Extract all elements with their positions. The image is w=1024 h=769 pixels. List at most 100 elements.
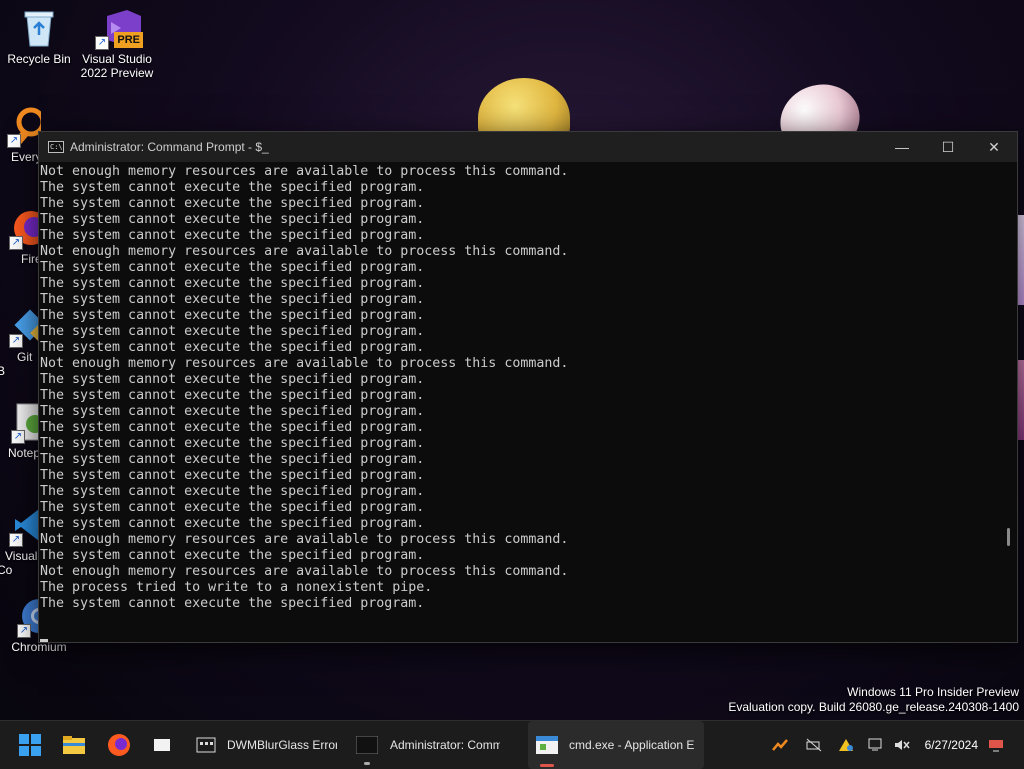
console-line: The system cannot execute the specified … <box>40 420 425 435</box>
taskbar-app-label: DWMBlurGlass Error <box>227 738 337 752</box>
command-prompt-window[interactable]: C:\ Administrator: Command Prompt - $_ —… <box>38 131 1018 643</box>
tray-notification-icon[interactable] <box>988 721 1004 769</box>
maximize-button[interactable]: ☐ <box>925 132 971 162</box>
console-line: The system cannot execute the specified … <box>40 516 425 531</box>
firefox-icon <box>108 734 130 756</box>
recycle-bin-icon <box>19 8 59 48</box>
tray-warning-icon[interactable] <box>838 721 854 769</box>
desktop-icon-everything[interactable]: ↗ Every <box>0 106 41 164</box>
console-line: The system cannot execute the specified … <box>40 452 425 467</box>
shortcut-arrow-icon: ↗ <box>95 36 109 50</box>
minimize-button[interactable]: — <box>879 132 925 162</box>
console-line: The system cannot execute the specified … <box>40 212 425 227</box>
notepad-icon <box>154 739 170 751</box>
console-line: The system cannot execute the specified … <box>40 292 425 307</box>
tray-network-icon[interactable] <box>806 721 822 769</box>
desktop-icon-label: Git B <box>0 350 33 378</box>
console-line: Not enough memory resources are availabl… <box>40 532 569 547</box>
visual-studio-icon: PRE ↗ <box>95 8 143 50</box>
desktop-icon-label: Recycle Bin <box>7 52 71 66</box>
console-line: The system cannot execute the specified … <box>40 324 425 339</box>
console-line: Not enough memory resources are availabl… <box>40 244 569 259</box>
console-line: The system cannot execute the specified … <box>40 404 425 419</box>
cmd-app-icon: C:\ <box>48 141 64 153</box>
desktop-icon-notepad-plus-plus[interactable]: ↗ Notep <box>0 402 41 460</box>
console-line: The system cannot execute the specified … <box>40 276 425 291</box>
cmd-icon <box>356 736 378 754</box>
console-line: The system cannot execute the specified … <box>40 436 425 451</box>
attention-indicator <box>540 764 554 767</box>
tray-app-icon[interactable] <box>772 721 788 769</box>
desktop-icon-firefox[interactable]: ↗ Fire <box>0 208 41 266</box>
taskbar: DWMBlurGlass Error Administrator: Comman… <box>0 720 1024 769</box>
desktop-icon-label: Every <box>11 150 41 164</box>
console-line: The system cannot execute the specified … <box>40 596 425 611</box>
taskbar-app-command-prompt[interactable]: Administrator: Comman <box>356 721 500 769</box>
shortcut-arrow-icon: ↗ <box>7 134 21 148</box>
console-line: The system cannot execute the specified … <box>40 372 425 387</box>
console-line: The system cannot execute the specified … <box>40 308 425 323</box>
console-line: The system cannot execute the specified … <box>40 340 425 355</box>
watermark-build: Evaluation copy. Build 26080.ge_release.… <box>728 700 1019 714</box>
network-icon <box>806 738 822 752</box>
console-output[interactable]: Not enough memory resources are availabl… <box>39 162 999 642</box>
console-line: The system cannot execute the specified … <box>40 484 425 499</box>
console-line: Not enough memory resources are availabl… <box>40 356 569 371</box>
window-titlebar[interactable]: C:\ Administrator: Command Prompt - $_ —… <box>39 132 1017 162</box>
taskbar-app-dwmblurglass[interactable]: DWMBlurGlass Error <box>196 721 337 769</box>
console-line: The system cannot execute the specified … <box>40 548 425 563</box>
taskbar-file-explorer[interactable] <box>62 721 86 769</box>
notepad-plus-plus-icon: ↗ <box>11 402 41 444</box>
tray-display-icon[interactable] <box>868 721 884 769</box>
console-line: The system cannot execute the specified … <box>40 260 425 275</box>
console-line: Not enough memory resources are availabl… <box>40 164 569 179</box>
volume-muted-icon <box>895 740 910 750</box>
windows-watermark: Windows 11 Pro Insider Preview Evaluatio… <box>728 685 1019 715</box>
desktop-icon-visual-studio-2022-preview[interactable]: PRE ↗ Visual Studio 2022 Preview <box>79 8 155 80</box>
scrollbar-thumb[interactable] <box>1007 528 1010 546</box>
taskbar-firefox[interactable] <box>107 721 131 769</box>
shortcut-arrow-icon: ↗ <box>9 533 23 547</box>
desktop-icon-label: Visual Studio 2022 Preview <box>80 52 154 80</box>
chart-tray-icon <box>772 739 788 751</box>
console-line: The system cannot execute the specified … <box>40 228 425 243</box>
shortcut-arrow-icon: ↗ <box>9 334 23 348</box>
desktop-icon-label: Visual Co <box>0 549 38 577</box>
preview-badge: PRE <box>114 32 143 48</box>
window-title: Administrator: Command Prompt - $_ <box>70 140 269 154</box>
shortcut-arrow-icon: ↗ <box>17 624 31 638</box>
app-window-icon <box>196 737 216 753</box>
vscode-icon: ↗ <box>9 505 41 547</box>
close-button[interactable]: ✕ <box>971 132 1017 162</box>
console-line: The system cannot execute the specified … <box>40 196 425 211</box>
text-cursor <box>40 639 48 642</box>
console-line: The system cannot execute the specified … <box>40 388 425 403</box>
running-indicator <box>364 762 370 765</box>
console-line: The process tried to write to a nonexist… <box>40 580 433 595</box>
desktop-icon-visual-studio-code[interactable]: ↗ Visual Co <box>0 505 41 577</box>
taskbar-notepad[interactable] <box>152 721 172 769</box>
console-line: The system cannot execute the specified … <box>40 468 425 483</box>
taskbar-app-label: Administrator: Comman <box>390 738 500 752</box>
desktop-icon-recycle-bin[interactable]: Recycle Bin <box>1 8 77 66</box>
desktop-icon-git-bash[interactable]: ↗ Git B <box>0 306 41 378</box>
taskbar-date[interactable]: 6/27/2024 <box>925 738 978 752</box>
firefox-icon: ↗ <box>9 208 41 250</box>
everything-search-icon: ↗ <box>7 106 41 148</box>
taskbar-app-cmd-error[interactable]: cmd.exe - Application E <box>528 721 704 769</box>
desktop-icon-label: Fire <box>21 252 41 266</box>
shortcut-arrow-icon: ↗ <box>11 430 25 444</box>
shortcut-arrow-icon: ↗ <box>9 236 23 250</box>
error-dialog-icon <box>536 736 558 754</box>
folder-icon <box>63 736 85 754</box>
monitor-icon <box>868 738 882 751</box>
windows-logo-icon <box>19 734 41 756</box>
console-line: The system cannot execute the specified … <box>40 180 425 195</box>
console-line: Not enough memory resources are availabl… <box>40 564 569 579</box>
start-button[interactable] <box>18 721 42 769</box>
taskbar-app-label: cmd.exe - Application E <box>569 738 695 752</box>
console-line: The system cannot execute the specified … <box>40 500 425 515</box>
desktop-icon-label: Notep <box>8 446 41 460</box>
vertical-scrollbar[interactable] <box>999 162 1017 642</box>
tray-volume-icon[interactable] <box>894 721 910 769</box>
